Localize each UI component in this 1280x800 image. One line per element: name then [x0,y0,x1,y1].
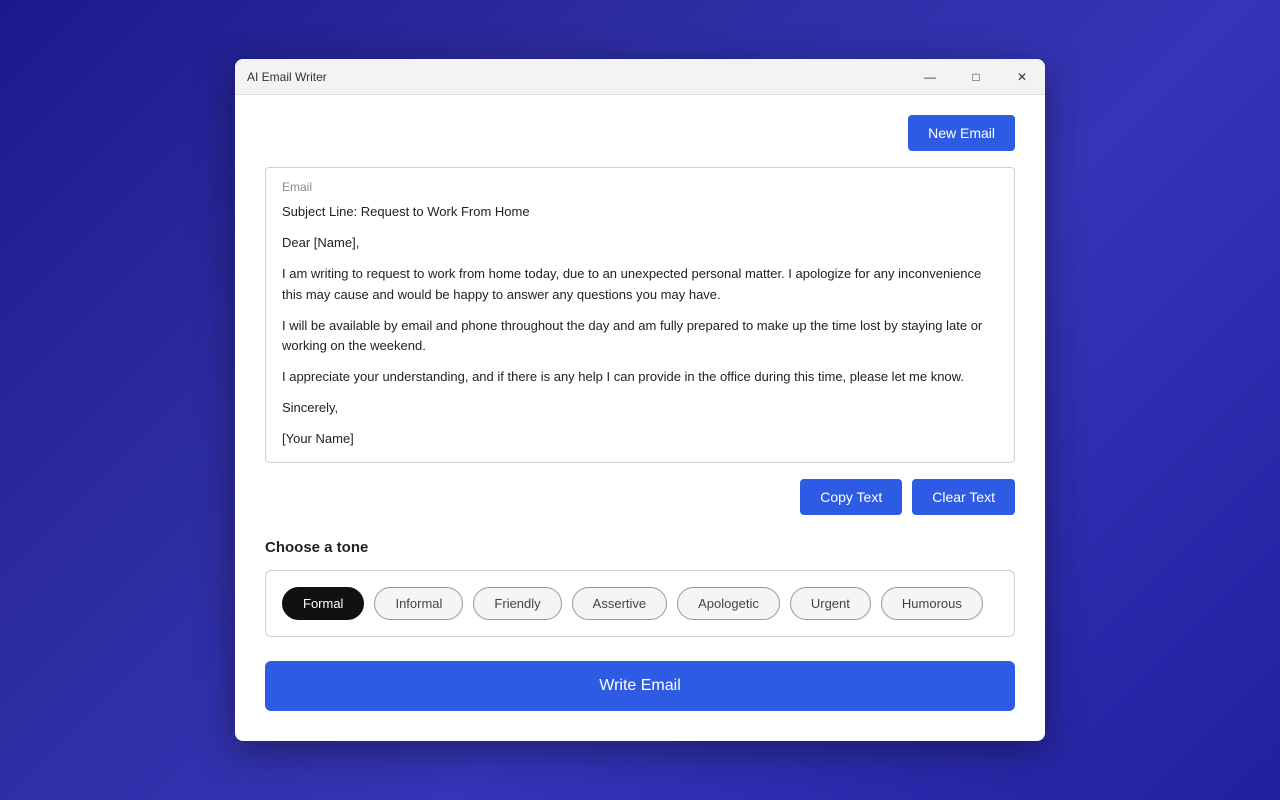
app-window: AI Email Writer — □ ✕ New Email Email Su… [235,59,1045,740]
tone-informal[interactable]: Informal [374,587,463,620]
email-signature: [Your Name] [282,429,998,450]
tone-assertive[interactable]: Assertive [572,587,667,620]
email-subject: Subject Line: Request to Work From Home [282,202,998,223]
tone-formal[interactable]: Formal [282,587,364,620]
new-email-button[interactable]: New Email [908,115,1015,151]
window-title: AI Email Writer [247,70,327,84]
titlebar: AI Email Writer — □ ✕ [235,59,1045,95]
tone-urgent[interactable]: Urgent [790,587,871,620]
tone-label: Choose a tone [265,539,1015,556]
maximize-button[interactable]: □ [953,59,999,95]
tone-options: Formal Informal Friendly Assertive Apolo… [265,570,1015,637]
close-button[interactable]: ✕ [999,59,1045,95]
write-email-button[interactable]: Write Email [265,661,1015,711]
email-body2: I will be available by email and phone t… [282,316,998,358]
email-greeting: Dear [Name], [282,233,998,254]
window-controls: — □ ✕ [907,59,1045,95]
copy-text-button[interactable]: Copy Text [800,479,902,515]
tone-section: Choose a tone Formal Informal Friendly A… [265,539,1015,637]
email-label: Email [282,180,998,194]
action-row: Copy Text Clear Text [265,479,1015,515]
email-body1: I am writing to request to work from hom… [282,264,998,306]
email-closing: Sincerely, [282,398,998,419]
clear-text-button[interactable]: Clear Text [912,479,1015,515]
tone-friendly[interactable]: Friendly [473,587,561,620]
minimize-button[interactable]: — [907,59,953,95]
email-body3: I appreciate your understanding, and if … [282,367,998,388]
tone-apologetic[interactable]: Apologetic [677,587,780,620]
header-row: New Email [265,115,1015,151]
window-content: New Email Email Subject Line: Request to… [235,95,1045,740]
tone-humorous[interactable]: Humorous [881,587,983,620]
email-box: Email Subject Line: Request to Work From… [265,167,1015,462]
email-content: Subject Line: Request to Work From Home … [282,202,998,449]
